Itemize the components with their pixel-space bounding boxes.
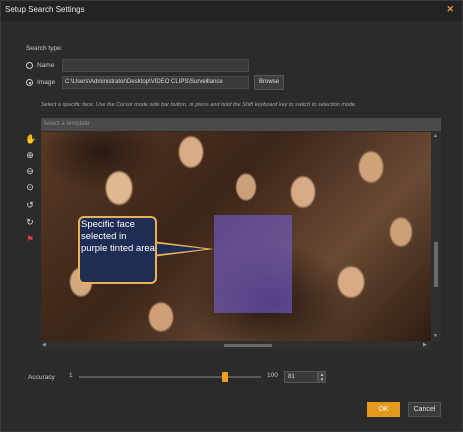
vertical-scroll-thumb[interactable] <box>434 242 438 287</box>
scroll-right-icon[interactable]: ▶ <box>423 342 427 348</box>
zoom-in-icon[interactable]: ⊕ <box>25 150 35 160</box>
setup-search-settings-dialog: Setup Search Settings ✕ Search type: Nam… <box>0 0 463 432</box>
name-radio-label: Name <box>37 62 55 69</box>
close-icon[interactable]: ✕ <box>446 4 454 15</box>
callout-pointer-fill <box>152 243 206 255</box>
image-radio-label: Image <box>37 79 56 86</box>
image-path-input[interactable]: C:\Users\Administrator\Desktop\VIDEO CLI… <box>62 76 249 89</box>
browse-button[interactable]: Browse <box>254 75 284 90</box>
rotate-left-icon[interactable]: ↺ <box>25 200 35 210</box>
name-radio[interactable] <box>26 62 33 69</box>
accuracy-value-input[interactable]: 81 <box>284 371 318 383</box>
image-toolbar-label: Select a template <box>43 121 90 127</box>
face-selection-box[interactable] <box>214 215 292 313</box>
search-type-label: Search type: <box>26 45 63 52</box>
horizontal-scroll-thumb[interactable] <box>224 344 272 347</box>
zoom-out-icon[interactable]: ⊖ <box>25 166 35 176</box>
flag-icon[interactable]: ⚑ <box>25 234 35 244</box>
dialog-title: Setup Search Settings <box>5 5 85 14</box>
rotate-right-icon[interactable]: ↻ <box>25 217 35 227</box>
horizontal-scrollbar[interactable]: ◀ ▶ <box>41 341 431 350</box>
scroll-up-icon[interactable]: ▲ <box>433 133 438 139</box>
vertical-scrollbar[interactable]: ▲ ▼ <box>431 132 441 341</box>
accuracy-min-label: 1 <box>69 372 73 379</box>
ok-button[interactable]: OK <box>367 402 400 417</box>
scroll-down-icon[interactable]: ▼ <box>433 333 438 339</box>
accuracy-slider-thumb[interactable] <box>222 372 228 382</box>
callout-text: Specific face selected in purple tinted … <box>81 219 155 254</box>
image-radio[interactable] <box>26 79 33 86</box>
accuracy-max-label: 100 <box>267 372 278 379</box>
selection-hint: Select a specific face. Use the Cursor m… <box>41 102 357 108</box>
accuracy-slider-track[interactable] <box>79 376 261 378</box>
scroll-left-icon[interactable]: ◀ <box>42 342 46 348</box>
hand-cursor-icon[interactable]: ✋ <box>25 134 36 144</box>
image-toolbar: Select a template <box>41 118 441 131</box>
accuracy-label: Accuracy <box>28 374 55 381</box>
cancel-button[interactable]: Cancel <box>408 402 441 417</box>
title-bar: Setup Search Settings ✕ <box>1 1 462 21</box>
zoom-fit-icon[interactable]: ⊙ <box>25 182 35 192</box>
name-input[interactable] <box>62 59 249 72</box>
accuracy-stepper[interactable]: ▲ ▼ <box>318 371 326 383</box>
